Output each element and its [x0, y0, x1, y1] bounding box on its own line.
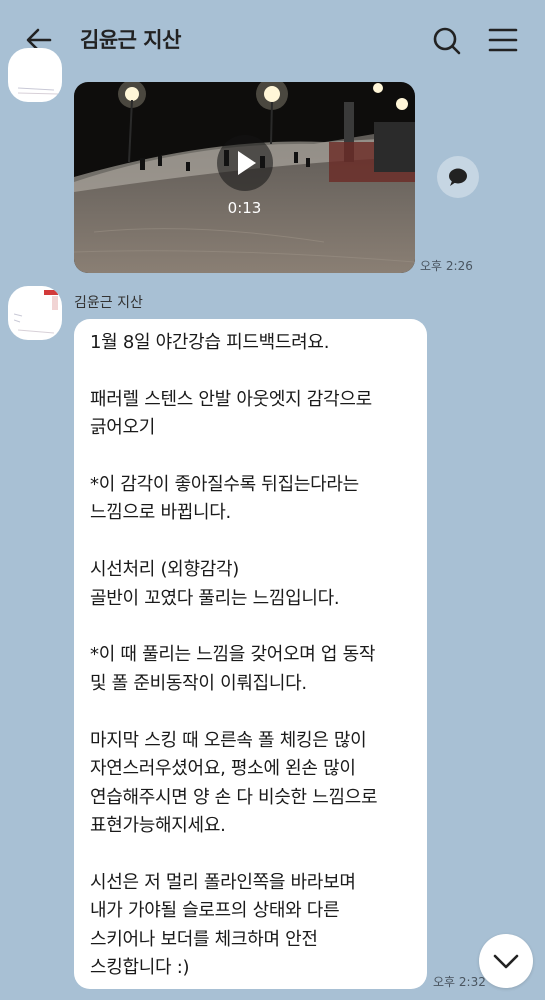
message-timestamp: 오후 2:32: [433, 975, 486, 989]
profile-image: [17, 87, 59, 95]
profile-image: [14, 290, 58, 334]
search-icon: [433, 27, 461, 55]
sender-name: 김윤근 지산: [74, 295, 143, 311]
speech-bubble-icon: [449, 168, 467, 186]
scroll-to-bottom-button[interactable]: [479, 934, 533, 988]
video-message[interactable]: 0:13: [74, 82, 415, 273]
chevron-down-icon: [493, 954, 519, 969]
avatar[interactable]: [8, 286, 62, 340]
chat-header: 김윤근 지산: [0, 0, 545, 80]
chat-title: 김윤근 지산: [80, 28, 181, 52]
menu-button[interactable]: [484, 22, 524, 62]
search-button[interactable]: [428, 22, 468, 62]
message-text: 1월 8일 야간강습 피드백드려요. 패러렐 스텐스 안발 아웃엣지 감각으로 …: [90, 332, 378, 978]
hamburger-menu-icon: [488, 28, 518, 52]
message-timestamp: 오후 2:26: [420, 259, 473, 273]
play-icon: [238, 151, 256, 175]
avatar[interactable]: [8, 48, 62, 102]
play-button[interactable]: [217, 135, 273, 191]
share-button[interactable]: [437, 156, 479, 198]
video-duration: 0:13: [227, 199, 262, 217]
message-bubble[interactable]: 1월 8일 야간강습 피드백드려요. 패러렐 스텐스 안발 아웃엣지 감각으로 …: [74, 319, 427, 989]
